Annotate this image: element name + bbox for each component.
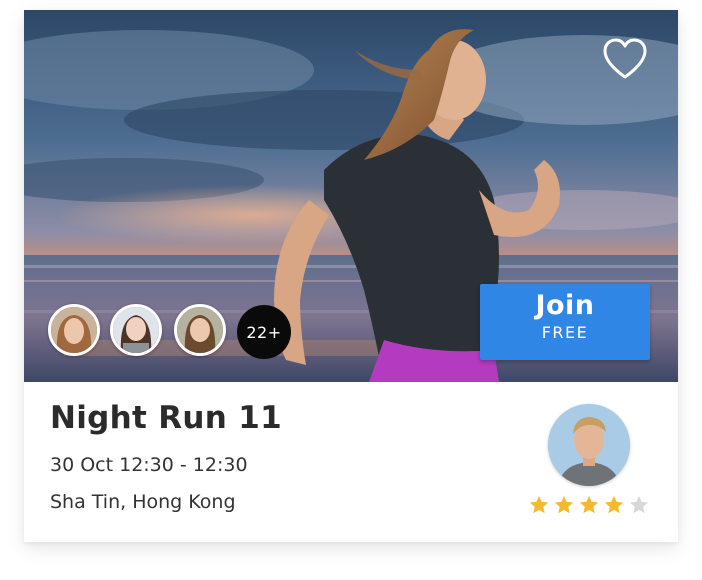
- star-filled-icon: [579, 495, 599, 514]
- attendee-avatar[interactable]: [174, 304, 226, 356]
- attendee-avatar[interactable]: [110, 304, 162, 356]
- host-rating: [528, 494, 650, 518]
- star-filled-icon: [554, 495, 574, 514]
- favorite-heart-icon[interactable]: [602, 38, 648, 80]
- host-avatar[interactable]: [548, 404, 630, 486]
- event-hero-image: 22+ Join FREE: [24, 10, 678, 382]
- attendee-avatar[interactable]: [48, 304, 100, 356]
- star-filled-icon: [529, 495, 549, 514]
- more-attendees-badge[interactable]: 22+: [237, 305, 291, 359]
- event-card[interactable]: 22+ Join FREE Night Run 11 30 Oct 12:30 …: [24, 10, 678, 542]
- event-info: Night Run 11 30 Oct 12:30 - 12:30 Sha Ti…: [24, 382, 678, 542]
- join-button-label: Join: [535, 290, 595, 321]
- join-button[interactable]: Join FREE: [480, 284, 650, 360]
- event-title: Night Run 11: [50, 400, 282, 436]
- star-filled-icon: [604, 495, 624, 514]
- event-datetime: 30 Oct 12:30 - 12:30: [50, 454, 248, 476]
- star-empty-icon: [629, 495, 649, 514]
- join-button-price-label: FREE: [541, 323, 589, 342]
- event-location: Sha Tin, Hong Kong: [50, 491, 236, 513]
